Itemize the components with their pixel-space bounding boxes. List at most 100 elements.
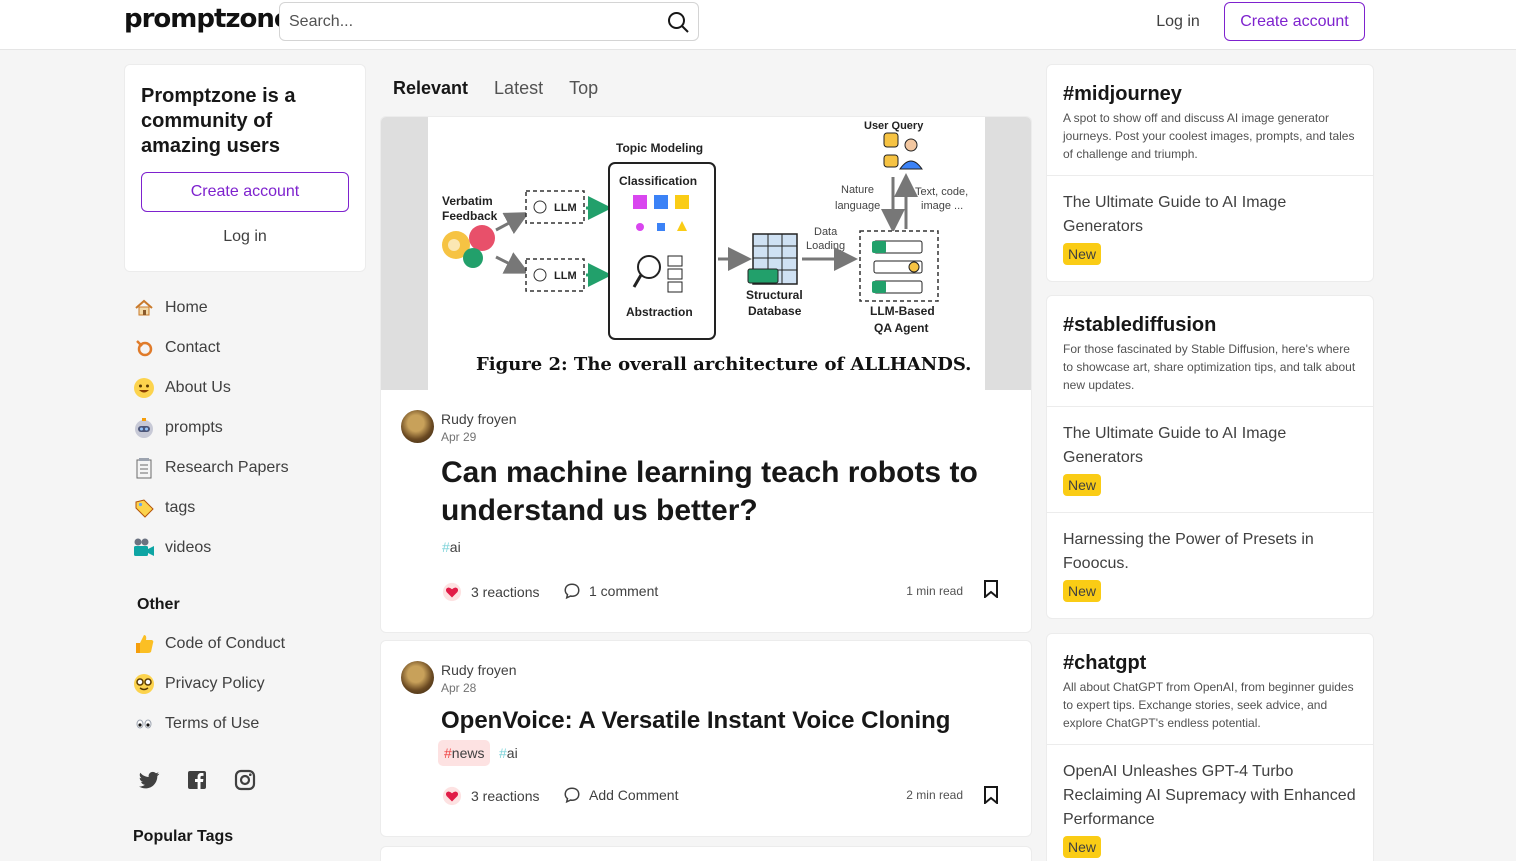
author-avatar[interactable] xyxy=(401,410,434,443)
comments-button[interactable]: 1 comment xyxy=(563,582,658,600)
sidebar-item-contact[interactable]: Contact xyxy=(132,332,220,364)
post-tag-news[interactable]: #news xyxy=(438,740,491,766)
diagram-text-data: Data xyxy=(814,226,838,238)
sidebar-item-label: Home xyxy=(165,299,208,316)
tab-latest[interactable]: Latest xyxy=(481,74,556,102)
author-name[interactable]: Rudy froyen xyxy=(441,411,516,427)
add-comment-button[interactable]: Add Comment xyxy=(563,786,678,804)
house-icon xyxy=(132,296,156,320)
facebook-icon[interactable] xyxy=(185,768,209,792)
architecture-diagram: Verbatim Feedback LLM LLM Topic Modeling… xyxy=(428,117,985,390)
bookmark-icon[interactable] xyxy=(983,580,999,598)
post-title[interactable]: OpenVoice: A Versatile Instant Voice Clo… xyxy=(441,705,1001,737)
tag-card-article[interactable]: The Ultimate Guide to AI Image Generator… xyxy=(1047,407,1373,513)
login-link[interactable]: Log in xyxy=(1144,4,1212,39)
intro-login-link[interactable]: Log in xyxy=(141,222,349,252)
diagram-text-feedback: Feedback xyxy=(442,209,498,223)
tab-top[interactable]: Top xyxy=(556,74,611,102)
sidebar-item-privacy-policy[interactable]: Privacy Policy xyxy=(132,668,265,700)
author-name[interactable]: Rudy froyen xyxy=(441,662,516,678)
diagram-text-llm: LLM xyxy=(554,270,577,282)
diagram-text-qa-agent: QA Agent xyxy=(874,321,928,335)
diagram-text-llm-based: LLM-Based xyxy=(870,304,935,318)
reactions-button[interactable]: 3 reactions xyxy=(441,582,539,602)
sidebar-item-prompts[interactable]: prompts xyxy=(132,412,223,444)
user-icon xyxy=(883,132,923,170)
diagram-text-user-query: User Query xyxy=(864,120,924,132)
tag-card-header[interactable]: #chatgpt All about ChatGPT from OpenAI, … xyxy=(1047,634,1373,745)
sidebar-item-terms-of-use[interactable]: Terms of Use xyxy=(132,708,259,740)
diagram-text-text-code: Text, code, xyxy=(915,186,968,198)
popular-tags-title: Popular Tags xyxy=(133,828,234,845)
diagram-text-language: language xyxy=(835,200,880,212)
tag-card-title: #midjourney xyxy=(1063,83,1182,105)
post-title[interactable]: Can machine learning teach robots to und… xyxy=(441,454,1001,530)
sidebar-item-about-us[interactable]: About Us xyxy=(132,372,231,404)
diagram-text-database: Database xyxy=(748,304,802,318)
feed-tabs: Relevant Latest Top xyxy=(380,74,611,102)
sidebar-item-videos[interactable]: videos xyxy=(132,532,211,564)
post-card[interactable]: Rudy froyen Apr 28 OpenVoice: A Versatil… xyxy=(380,640,1032,837)
search-input[interactable] xyxy=(280,3,650,40)
article-title: OpenAI Unleashes GPT-4 Turbo Reclaiming … xyxy=(1063,763,1356,828)
robot-icon xyxy=(132,416,156,440)
sidebar-item-code-of-conduct[interactable]: Code of Conduct xyxy=(132,628,285,660)
sidebar-item-label: tags xyxy=(165,499,196,516)
comments-label: Add Comment xyxy=(589,787,679,803)
post-cover-image[interactable]: Verbatim Feedback LLM LLM Topic Modeling… xyxy=(381,117,1031,390)
post-card[interactable] xyxy=(380,846,1032,861)
article-title: Harnessing the Power of Presets in Foooc… xyxy=(1063,531,1314,572)
diagram-text-loading: Loading xyxy=(806,240,845,252)
sidebar-item-tags[interactable]: tags xyxy=(132,492,195,524)
tag-card-article[interactable]: OpenAI Unleashes GPT-4 Turbo Reclaiming … xyxy=(1047,745,1373,861)
post-date: Apr 29 xyxy=(441,430,477,444)
diagram-text-llm: LLM xyxy=(554,202,577,214)
sidebar-item-label: About Us xyxy=(165,379,231,396)
tag-card-header[interactable]: #stablediffusion For those fascinated by… xyxy=(1047,296,1373,407)
new-badge: New xyxy=(1063,836,1102,858)
database-icon xyxy=(747,233,798,285)
reactions-button[interactable]: 3 reactions xyxy=(441,786,539,806)
diagram-text-verbatim: Verbatim xyxy=(442,194,493,208)
sidebar-item-home[interactable]: Home xyxy=(132,292,208,324)
reactions-count: 3 reactions xyxy=(471,788,540,804)
create-account-button[interactable]: Create account xyxy=(1224,2,1365,41)
video-camera-icon xyxy=(132,536,156,560)
bookmark-icon[interactable] xyxy=(983,786,999,804)
search-icon[interactable] xyxy=(666,10,690,34)
read-time: 2 min read xyxy=(906,788,963,802)
tag-card-title: #chatgpt xyxy=(1063,652,1147,674)
post-tag[interactable]: #ai xyxy=(499,745,518,761)
tag-card-title: #stablediffusion xyxy=(1063,314,1217,336)
sidebar-item-research-papers[interactable]: Research Papers xyxy=(132,452,289,484)
read-time: 1 min read xyxy=(906,584,963,598)
tag-card-article[interactable]: The Ultimate Guide to AI Image Generator… xyxy=(1047,176,1373,281)
contact-icon xyxy=(132,336,156,360)
reactions-count: 3 reactions xyxy=(471,584,540,600)
new-badge: New xyxy=(1063,474,1102,496)
post-card[interactable]: Verbatim Feedback LLM LLM Topic Modeling… xyxy=(380,116,1032,633)
sidebar-item-label: Code of Conduct xyxy=(165,635,286,652)
top-bar: promptzone. Log in Create account xyxy=(0,0,1516,50)
tag-card-article[interactable]: Harnessing the Power of Presets in Foooc… xyxy=(1047,513,1373,618)
tag-card-header[interactable]: #midjourney A spot to show off and discu… xyxy=(1047,65,1373,176)
tag-card-description: All about ChatGPT from OpenAI, from begi… xyxy=(1063,680,1354,730)
diagram-text-topic-modeling: Topic Modeling xyxy=(616,141,703,155)
new-badge: New xyxy=(1063,580,1102,602)
diagram-text-classification: Classification xyxy=(619,174,697,188)
logo[interactable]: promptzone. xyxy=(124,4,300,34)
post-tag[interactable]: #ai xyxy=(442,539,461,555)
intro-create-account-button[interactable]: Create account xyxy=(141,172,349,212)
instagram-icon[interactable] xyxy=(233,768,257,792)
article-title: The Ultimate Guide to AI Image Generator… xyxy=(1063,194,1287,235)
author-avatar[interactable] xyxy=(401,661,434,694)
diagram-caption: Figure 2: The overall architecture of AL… xyxy=(476,354,971,375)
heart-icon xyxy=(442,582,462,602)
label-tag-icon xyxy=(132,496,156,520)
tab-relevant[interactable]: Relevant xyxy=(380,74,481,102)
comments-count: 1 comment xyxy=(589,583,659,599)
sidebar-item-label: Research Papers xyxy=(165,459,289,476)
new-badge: New xyxy=(1063,243,1102,265)
twitter-icon[interactable] xyxy=(137,768,161,792)
search-box[interactable] xyxy=(279,2,699,41)
